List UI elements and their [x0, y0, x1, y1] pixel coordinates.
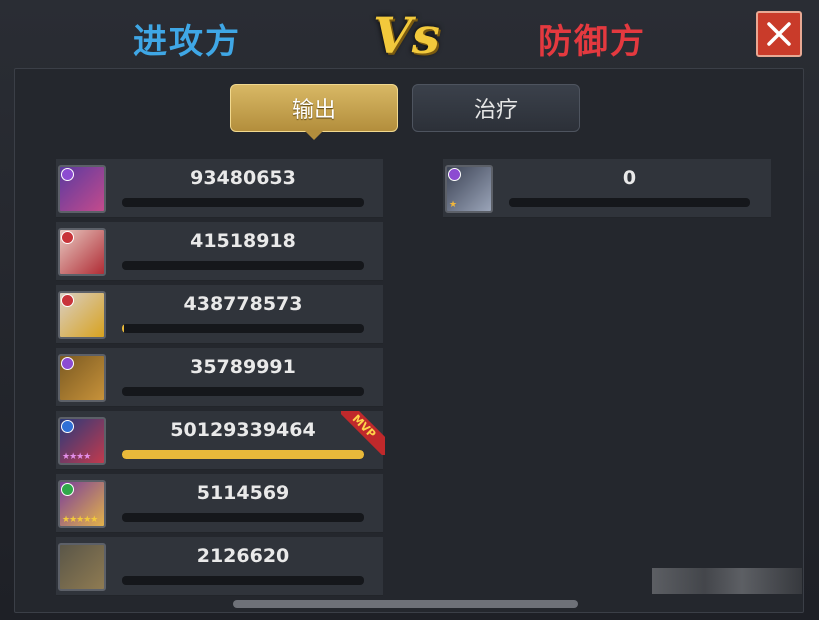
- damage-value: 2126620: [196, 545, 290, 567]
- damage-progress-bar: [122, 450, 364, 459]
- attacker_rows-row: 35789991: [56, 348, 383, 407]
- star-rating: ★★★★★: [62, 515, 98, 525]
- hero-avatar[interactable]: [58, 228, 106, 276]
- hero-class-badge-icon: [61, 294, 74, 307]
- hero-avatar[interactable]: [58, 291, 106, 339]
- hero-class-badge-icon: [448, 168, 461, 181]
- damage-progress-fill: [122, 450, 364, 459]
- active-tab-pointer: [305, 131, 323, 140]
- battle-stats-window: 进攻方 Vs 防御方 输出 治疗 93480653 41518918 4387785…: [0, 0, 819, 620]
- horizontal-scrollbar[interactable]: [233, 600, 578, 608]
- attacker_rows-row: 438778573: [56, 285, 383, 344]
- hero-class-badge-icon: [61, 483, 74, 496]
- hero-class-badge-icon: [61, 420, 74, 433]
- hero-class-badge-icon: [61, 357, 74, 370]
- hero-avatar[interactable]: [58, 165, 106, 213]
- mvp-label: MVP: [341, 411, 385, 455]
- damage-value: 35789991: [190, 356, 296, 378]
- defender-title: 防御方: [538, 22, 646, 62]
- hero-avatar[interactable]: [58, 543, 106, 591]
- title-bar: 进攻方 Vs 防御方: [0, 0, 819, 68]
- star-rating: ★★★★: [62, 452, 91, 462]
- tab-heal[interactable]: 治疗: [412, 84, 580, 132]
- damage-value: 438778573: [183, 293, 303, 315]
- damage-progress-bar: [122, 261, 364, 270]
- close-icon: [767, 22, 791, 46]
- hero-class-badge-icon: [61, 231, 74, 244]
- mvp-ribbon: MVP: [341, 411, 385, 455]
- damage-progress-bar: [122, 513, 364, 522]
- damage-progress-fill: [122, 324, 125, 333]
- attacker_rows-row: 41518918: [56, 222, 383, 281]
- damage-value: 0: [622, 167, 637, 189]
- hero-avatar[interactable]: ★: [445, 165, 493, 213]
- damage-value: 93480653: [190, 167, 296, 189]
- close-button[interactable]: [756, 11, 802, 57]
- hero-class-badge-icon: [61, 168, 74, 181]
- star-rating: ★: [449, 200, 457, 210]
- vs-logo: Vs: [373, 6, 440, 65]
- attacker_rows-row: 2126620: [56, 537, 383, 596]
- tab-damage[interactable]: 输出: [230, 84, 398, 132]
- hero-avatar[interactable]: [58, 354, 106, 402]
- hero-avatar[interactable]: ★★★★: [58, 417, 106, 465]
- damage-value: 41518918: [190, 230, 296, 252]
- attacker-title: 进攻方: [133, 22, 241, 62]
- attacker_rows-row: ★★★★★ 5114569: [56, 474, 383, 533]
- damage-progress-bar: [122, 576, 364, 585]
- blurred-watermark: [652, 568, 802, 594]
- damage-progress-bar: [122, 324, 364, 333]
- damage-value: 50129339464: [170, 419, 316, 441]
- damage-value: 5114569: [196, 482, 290, 504]
- hero-avatar[interactable]: ★★★★★: [58, 480, 106, 528]
- damage-progress-bar: [122, 387, 364, 396]
- attacker_rows-row: ★★★★ 50129339464 MVP: [56, 411, 385, 470]
- attacker_rows-row: 93480653: [56, 159, 383, 218]
- damage-progress-bar: [509, 198, 750, 207]
- defender_rows-row: ★ 0: [443, 159, 771, 218]
- damage-progress-bar: [122, 198, 364, 207]
